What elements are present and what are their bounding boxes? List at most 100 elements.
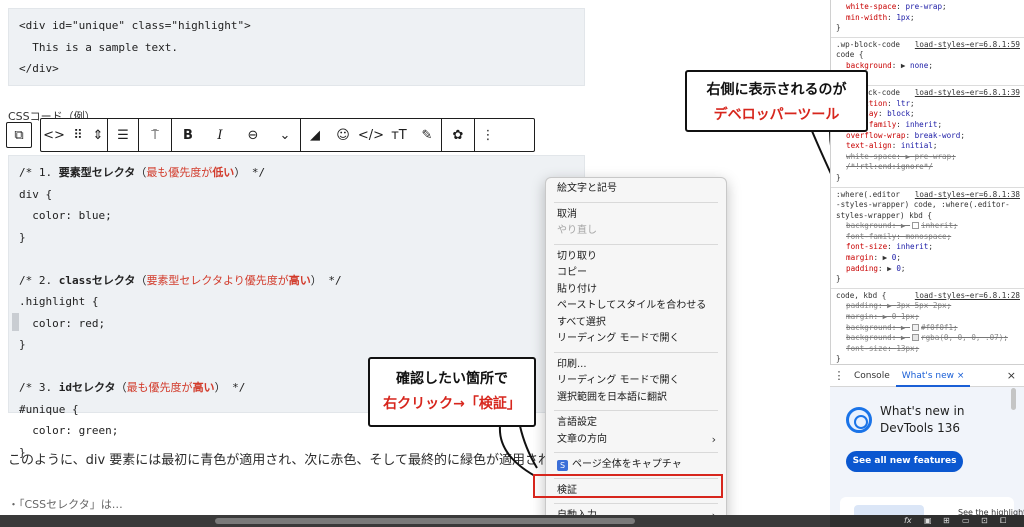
menu-item[interactable]: S ページ全体をキャプチャ <box>546 457 726 474</box>
menu-item: やり直し <box>557 225 597 236</box>
css-rule[interactable]: :where(.editor load-styles⋯er=6.8.1:38 -st… <box>831 188 1024 289</box>
code-line: } <box>19 338 26 351</box>
menu-item[interactable]: 言語設定 <box>546 415 726 432</box>
menu-item[interactable]: 印刷... <box>546 357 726 374</box>
code-line: color: blue; <box>19 209 112 222</box>
code-line: } <box>19 230 26 244</box>
css-line[interactable]: text-align: initial; <box>836 141 1020 152</box>
devtools-drawer: ⋮ Console What's new × × What's new in D… <box>830 364 1024 527</box>
menu-item[interactable]: 切り取り <box>546 249 726 266</box>
status-icon[interactable]: ⊡ <box>981 515 988 527</box>
code-block-icon: <> <box>43 127 65 143</box>
css-line[interactable]: :where(.editor load-styles⋯er=6.8.1:38 <box>836 189 1020 201</box>
stylesheet-link[interactable]: load-styles⋯er=6.8.1:38 <box>912 189 1020 201</box>
css-line[interactable]: background: ▶ #f0f0f1; <box>836 323 1020 334</box>
fx-label: fx <box>904 516 912 525</box>
color-swatch[interactable] <box>912 334 920 342</box>
css-line[interactable]: } <box>836 23 1020 34</box>
css-line[interactable]: code { <box>836 50 1020 61</box>
tab-console[interactable]: Console <box>848 365 896 387</box>
menu-item[interactable]: ペーストしてスタイルを合わせる <box>546 298 726 315</box>
capture-icon: S <box>557 460 568 471</box>
css-line[interactable]: -styles-wrapper) code, :where(.editor- <box>836 200 1020 211</box>
menu-item[interactable]: 取消 <box>546 207 726 224</box>
highlighter-button[interactable]: ⍑ <box>139 119 171 151</box>
drawer-menu-icon[interactable]: ⋮ <box>830 369 848 382</box>
css-line[interactable]: padding: ▶ 3px 5px 2px; <box>836 301 1020 312</box>
stylesheet-link[interactable]: load-styles⋯er=6.8.1:39 <box>912 88 1020 99</box>
options-button[interactable]: ⋮ <box>475 119 501 151</box>
css-line[interactable]: white-space: ▶ pre-wrap; <box>836 152 1020 163</box>
drag-handle-button[interactable]: ⠿ <box>67 119 89 151</box>
move-updown-button[interactable]: ⇕ <box>89 119 107 151</box>
css-line[interactable]: min-width: 1px; <box>836 13 1020 24</box>
pen-button[interactable]: ✎ <box>413 119 441 151</box>
editor-horizontal-scrollbar[interactable] <box>0 515 830 527</box>
italic-button[interactable]: I <box>204 119 236 151</box>
css-line[interactable]: styles-wrapper) kbd { <box>836 211 1020 222</box>
align-icon: ☰ <box>117 127 129 143</box>
bold-icon: B <box>183 127 193 143</box>
color-swatch[interactable] <box>912 222 920 230</box>
css-line[interactable]: background: ▶ rgba(0, 0, 0, .07); <box>836 333 1020 344</box>
see-all-features-button[interactable]: See all new features <box>846 451 963 472</box>
css-line[interactable]: } <box>836 274 1020 285</box>
explanation-paragraph[interactable]: このように、div 要素には最初に青色が適用され、次に赤色、そして最終的に緑色が… <box>8 449 589 468</box>
css-line[interactable]: padding: ▶ 0; <box>836 264 1020 275</box>
css-line[interactable]: margin: ▶ 0 1px; <box>836 312 1020 323</box>
css-rule[interactable]: white-space: pre-wrap; min-width: 1px;} <box>831 0 1024 38</box>
css-line[interactable]: white-space: pre-wrap; <box>836 2 1020 13</box>
bird-button[interactable]: ◢ <box>301 119 329 151</box>
emoji-button[interactable]: ☺ <box>329 119 357 151</box>
menu-item[interactable]: コピー <box>546 265 726 282</box>
paw-button[interactable]: ✿ <box>442 119 474 151</box>
align-button[interactable]: ☰ <box>108 119 138 151</box>
stylesheet-link[interactable]: load-styles⋯er=6.8.1:59 <box>912 39 1020 51</box>
code-line: <div id="unique" class="highlight"> <box>19 19 251 32</box>
css-line[interactable]: background: ▶ inherit; <box>836 221 1020 232</box>
stylesheet-link[interactable]: load-styles⋯er=6.8.1:28 <box>912 290 1020 302</box>
menu-item[interactable]: リーディング モードで開く <box>546 373 726 390</box>
status-icon[interactable]: ⧠ <box>1000 515 1006 527</box>
code-block-html[interactable]: <div id="unique" class="highlight"> This… <box>8 8 585 86</box>
css-rule[interactable]: code, kbd {load-styles⋯er=6.8.1:28 paddin… <box>831 289 1024 369</box>
font-size-button[interactable]: тT <box>385 119 413 151</box>
scrollbar-thumb[interactable] <box>215 518 635 524</box>
menu-item[interactable]: 絵文字と記号 <box>546 181 726 198</box>
bold-button[interactable]: B <box>172 119 204 151</box>
menu-item[interactable]: 選択範囲を日本語に翻訳 <box>546 390 726 407</box>
tab-close-icon[interactable]: × <box>957 371 965 381</box>
status-icon[interactable]: ⊞ <box>943 515 950 527</box>
css-line[interactable]: font-size: inherit; <box>836 242 1020 253</box>
menu-separator <box>554 503 718 504</box>
link-button[interactable]: ⊖ <box>236 119 270 151</box>
menu-item[interactable]: リーディング モードで開く <box>546 331 726 348</box>
color-swatch[interactable] <box>912 323 920 331</box>
menu-item[interactable]: 貼り付け <box>546 282 726 299</box>
callout-right-click-line2: 右クリック→「検証」 <box>383 396 521 412</box>
text-caret-line <box>12 313 19 331</box>
italic-icon: I <box>217 127 223 143</box>
code-button[interactable]: </> <box>357 119 385 151</box>
css-line[interactable]: font-family: monospace; <box>836 232 1020 243</box>
drag-handle-icon: ⠿ <box>73 127 83 143</box>
menu-item[interactable]: すべて選択 <box>546 315 726 332</box>
tab-whats-new-label: What's new <box>901 370 955 381</box>
tab-whats-new[interactable]: What's new × <box>895 365 971 387</box>
select-parent-block-button[interactable]: ⧉ <box>6 122 32 148</box>
status-icon[interactable]: ▣ <box>924 515 932 527</box>
menu-item[interactable]: 文章の方向 › <box>546 432 726 449</box>
drawer-scrollbar[interactable] <box>1011 388 1016 410</box>
more-format-button[interactable]: ⌄ <box>270 119 300 151</box>
css-line[interactable]: overflow-wrap: break-word; <box>836 131 1020 142</box>
css-line[interactable]: .wp-block-code load-styles⋯er=6.8.1:59 <box>836 39 1020 51</box>
css-line[interactable]: code, kbd {load-styles⋯er=6.8.1:28 <box>836 290 1020 302</box>
css-line[interactable]: margin: ▶ 0; <box>836 253 1020 264</box>
css-line[interactable]: } <box>836 173 1020 184</box>
code-block-button[interactable]: <> <box>41 119 67 151</box>
drawer-close-icon[interactable]: × <box>1007 369 1016 382</box>
css-line[interactable]: /*!rtl:end:ignore*/ <box>836 162 1020 173</box>
status-icon[interactable]: ▭ <box>962 515 970 527</box>
css-line[interactable]: font-size: 13px; <box>836 344 1020 355</box>
